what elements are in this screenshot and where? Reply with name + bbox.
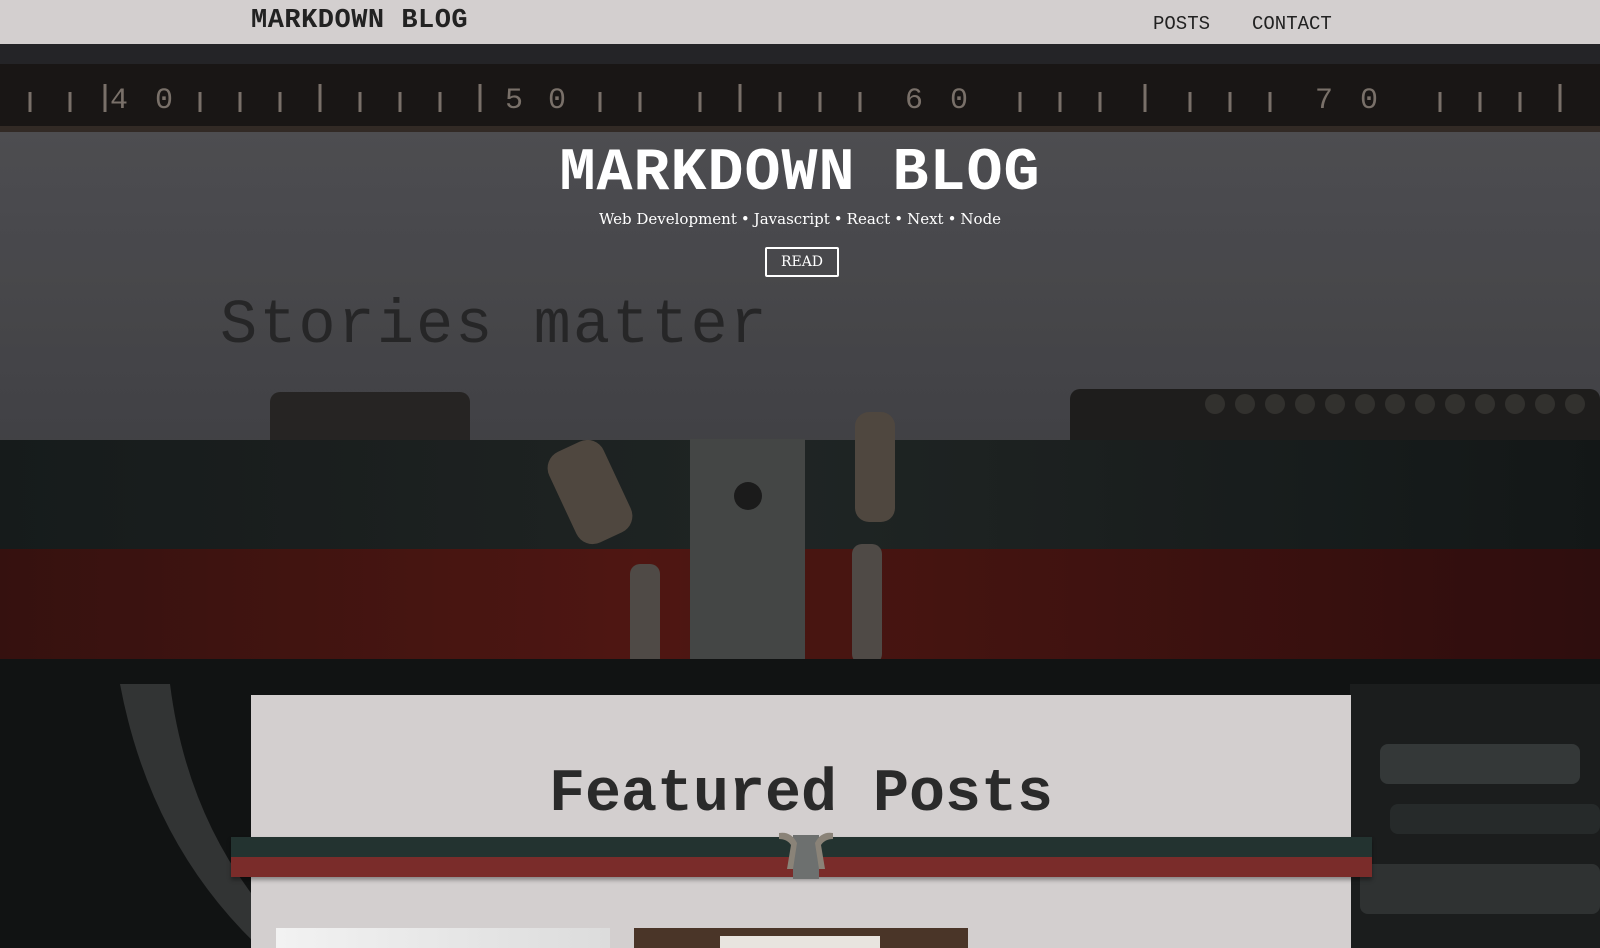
subtitle-topic: React xyxy=(846,210,891,228)
subtitle-topic: Node xyxy=(960,210,1002,228)
featured-posts-heading: Featured Posts xyxy=(548,761,1054,829)
post-card-thumbnail[interactable] xyxy=(634,928,968,948)
brand-logo-link[interactable]: MARKDOWN BLOG xyxy=(251,6,468,36)
subtitle-topic: Next xyxy=(907,210,944,228)
top-navigation-bar: MARKDOWN BLOG POSTS CONTACT xyxy=(0,0,1600,44)
typewriter-clip-icon xyxy=(779,832,833,879)
read-button[interactable]: READ xyxy=(765,247,839,277)
thumbnail-paper xyxy=(720,936,880,948)
subtitle-topic: Javascript xyxy=(753,210,830,228)
hero-title: MARKDOWN BLOG xyxy=(559,140,1041,208)
subtitle-topic: Web Development xyxy=(598,210,737,228)
post-card-thumbnail[interactable] xyxy=(276,928,610,948)
nav-link-posts[interactable]: POSTS xyxy=(1153,13,1210,35)
ribbon-divider xyxy=(231,832,1372,879)
subtitle-separator: • xyxy=(894,210,904,228)
subtitle-separator: • xyxy=(740,210,750,228)
subtitle-separator: • xyxy=(947,210,957,228)
featured-posts-section: Featured Posts xyxy=(251,695,1351,948)
subtitle-separator: • xyxy=(833,210,843,228)
hero-subtitle: Web Development • Javascript • React • Next • No… xyxy=(0,210,1600,228)
nav-link-contact[interactable]: CONTACT xyxy=(1252,13,1332,35)
typed-text: Stories matter xyxy=(220,290,769,361)
